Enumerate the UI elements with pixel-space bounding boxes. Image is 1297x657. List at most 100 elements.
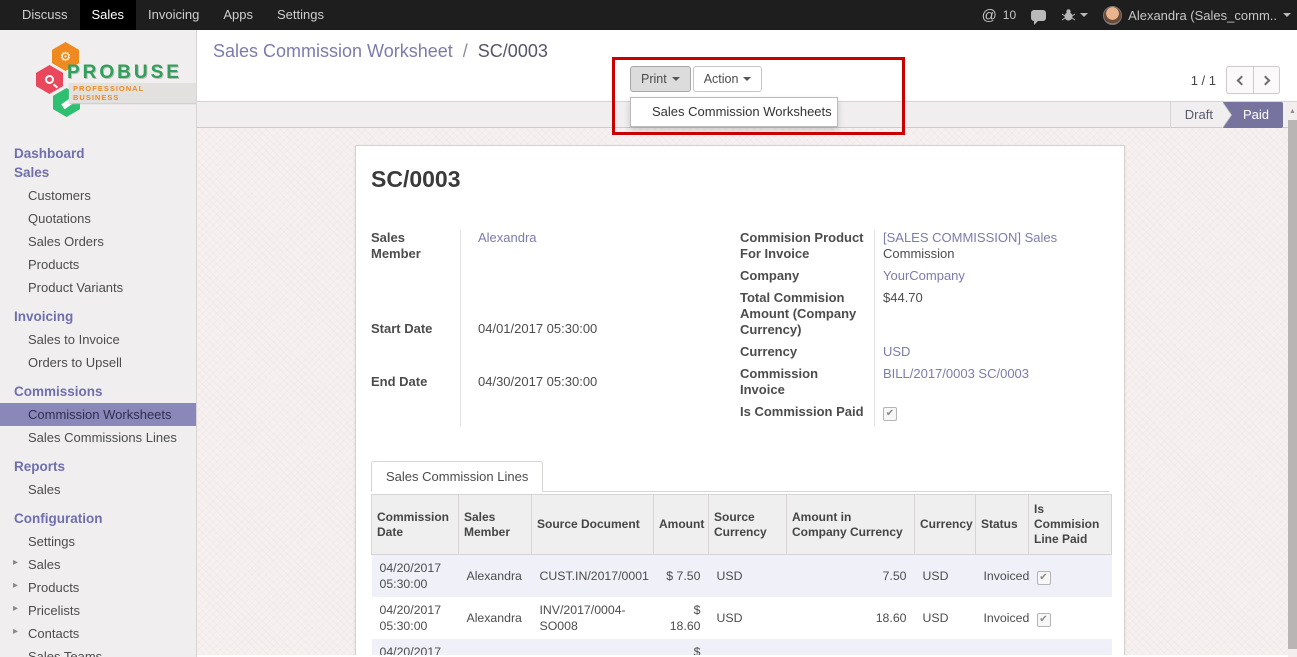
is-commission-paid-checkbox: ✔ [883, 407, 897, 421]
logo-title: PROBUSE [67, 62, 182, 84]
sidebar-item-config-sales[interactable]: ▸Sales [0, 553, 196, 576]
print-menu-item-sales-commission-worksheets[interactable]: Sales Commission Worksheets [631, 98, 837, 126]
expand-arrow-icon: ▸ [13, 557, 18, 568]
sidebar-item-reports-sales[interactable]: Sales [0, 478, 196, 501]
menu-sales[interactable]: Sales [80, 0, 137, 30]
field-value-total-commission: $44.70 [874, 290, 1109, 344]
tab-sales-commission-lines[interactable]: Sales Commission Lines [371, 461, 543, 492]
table-row[interactable]: 04/20/2017 05:30:00 Alexandra CUST.IN/20… [372, 555, 1112, 598]
sidebar-item-dashboard[interactable]: Dashboard [0, 142, 196, 165]
sidebar-item-sales-orders[interactable]: Sales Orders [0, 230, 196, 253]
sidebar-heading-commissions[interactable]: Commissions [0, 380, 196, 403]
expand-arrow-icon: ▸ [13, 626, 18, 637]
cell-status: Invoiced [976, 555, 1029, 598]
sidebar-item-sales-commissions-lines[interactable]: Sales Commissions Lines [0, 426, 196, 449]
action-button[interactable]: Action [693, 66, 763, 92]
pager-counter: 1 / 1 [1191, 73, 1216, 88]
sidebar-item-sales-to-invoice[interactable]: Sales to Invoice [0, 328, 196, 351]
sidebar-heading-configuration[interactable]: Configuration [0, 507, 196, 530]
field-value-company[interactable]: YourCompany [883, 268, 965, 283]
sidebar-item-commission-worksheets[interactable]: Commission Worksheets [0, 403, 196, 426]
sidebar-heading-sales[interactable]: Sales [0, 165, 196, 184]
field-label-commission-invoice: Commission Invoice [740, 366, 874, 404]
top-navigation-bar: Discuss Sales Invoicing Apps Settings @ … [0, 0, 1297, 30]
sidebar-item-config-contacts[interactable]: ▸Contacts [0, 622, 196, 645]
caret-down-icon [743, 77, 751, 81]
scrollbar-thumb[interactable] [1288, 120, 1297, 649]
breadcrumb-separator: / [463, 41, 468, 61]
field-value-sales-member[interactable]: Alexandra [478, 230, 537, 245]
field-value-start-date: 04/01/2017 05:30:00 [460, 321, 740, 374]
debug-menu[interactable] [1061, 8, 1088, 22]
pager-previous-button[interactable] [1227, 67, 1253, 93]
sidebar-heading-reports[interactable]: Reports [0, 455, 196, 478]
print-button[interactable]: Print [630, 66, 691, 92]
mention-count: 10 [1003, 8, 1016, 22]
cell-sales-member: Alexandra [459, 597, 532, 639]
sidebar-item-sales-teams[interactable]: Sales Teams [0, 645, 196, 657]
cell-source-document: INV/2017/0004-SO008 [532, 597, 654, 639]
field-label-end-date: End Date [371, 374, 460, 427]
line-paid-checkbox: ✔ [1037, 655, 1051, 656]
cell-sales-member: Alexandra [459, 639, 532, 655]
notebook: Sales Commission Lines Commission Date S… [371, 460, 1109, 655]
sidebar-heading-invoicing[interactable]: Invoicing [0, 305, 196, 328]
table-row[interactable]: 04/20/2017 05:30:00 Alexandra INV/2017/0… [372, 597, 1112, 639]
field-value-commission-invoice[interactable]: BILL/2017/0003 SC/0003 [883, 366, 1029, 381]
messages-icon[interactable] [1031, 10, 1046, 21]
tab-bar: Sales Commission Lines [371, 460, 1109, 492]
cell-currency: USD [915, 555, 976, 598]
main-area: Sales Commission Worksheet / SC/0003 1 /… [197, 30, 1297, 657]
pager: 1 / 1 [1191, 66, 1280, 94]
pager-next-button[interactable] [1253, 67, 1279, 93]
breadcrumb-current: SC/0003 [478, 41, 548, 61]
cell-amount-company: 7.50 [787, 555, 915, 598]
menu-invoicing[interactable]: Invoicing [136, 0, 211, 30]
sidebar-item-config-settings[interactable]: Settings [0, 530, 196, 553]
sidebar-item-quotations[interactable]: Quotations [0, 207, 196, 230]
menu-settings[interactable]: Settings [265, 0, 336, 30]
table-header-row: Commission Date Sales Member Source Docu… [372, 495, 1112, 555]
print-dropdown-menu: Sales Commission Worksheets [630, 97, 838, 127]
sidebar-item-config-pricelists[interactable]: ▸Pricelists [0, 599, 196, 622]
field-value-commission-product[interactable]: [SALES COMMISSION] Sales [883, 230, 1057, 245]
menu-apps[interactable]: Apps [211, 0, 265, 30]
sidebar-item-orders-to-upsell[interactable]: Orders to Upsell [0, 351, 196, 374]
expand-arrow-icon: ▸ [13, 580, 18, 591]
cell-amount: $ 7.50 [654, 555, 709, 598]
field-label-commission-product: Commision Product For Invoice [740, 230, 874, 268]
sidebar-item-config-products[interactable]: ▸Products [0, 576, 196, 599]
cell-commission-date: 04/20/2017 05:30:00 [372, 555, 459, 598]
scrollbar-up-arrow[interactable]: ▲ [1288, 103, 1297, 120]
activities-button[interactable]: @ 10 [982, 7, 1017, 24]
cell-amount: $ 18.60 [654, 597, 709, 639]
breadcrumb-parent-link[interactable]: Sales Commission Worksheet [213, 41, 453, 61]
field-label-is-commission-paid: Is Commission Paid [740, 404, 874, 427]
toolbar-buttons: Print Action [630, 66, 762, 92]
field-label-sales-member: Sales Member [371, 230, 460, 321]
field-group-right: Commision Product For Invoice [SALES COM… [740, 230, 1109, 427]
user-avatar [1103, 6, 1122, 25]
sidebar-item-products[interactable]: Products [0, 253, 196, 276]
field-value-commission-product-rest: Commission [883, 246, 955, 261]
user-menu[interactable]: Alexandra (Sales_comm.. [1103, 6, 1291, 25]
chevron-left-icon [1237, 75, 1247, 85]
menu-discuss[interactable]: Discuss [10, 0, 80, 30]
status-state-paid[interactable]: Paid [1223, 102, 1283, 128]
chevron-right-icon [1260, 75, 1270, 85]
table-row[interactable]: 04/20/2017 10:35:53 Alexandra SO008 $ 18… [372, 639, 1112, 655]
col-header-commission-date: Commission Date [372, 495, 459, 555]
sidebar-item-product-variants[interactable]: Product Variants [0, 276, 196, 299]
cell-amount: $ 18.60 [654, 639, 709, 655]
caret-down-icon [672, 77, 680, 81]
field-value-currency[interactable]: USD [883, 344, 910, 359]
cell-source-currency: USD [709, 555, 787, 598]
sidebar-item-customers[interactable]: Customers [0, 184, 196, 207]
status-state-draft[interactable]: Draft [1170, 102, 1223, 128]
col-header-source-currency: Source Currency [709, 495, 787, 555]
caret-down-icon [1283, 13, 1291, 17]
vertical-scrollbar[interactable]: ▲ [1288, 103, 1297, 657]
form-sheet: SC/0003 Sales Member Alexandra Start Dat… [355, 145, 1125, 655]
commission-lines-table: Commission Date Sales Member Source Docu… [371, 494, 1112, 655]
form-view-background: SC/0003 Sales Member Alexandra Start Dat… [197, 128, 1297, 655]
